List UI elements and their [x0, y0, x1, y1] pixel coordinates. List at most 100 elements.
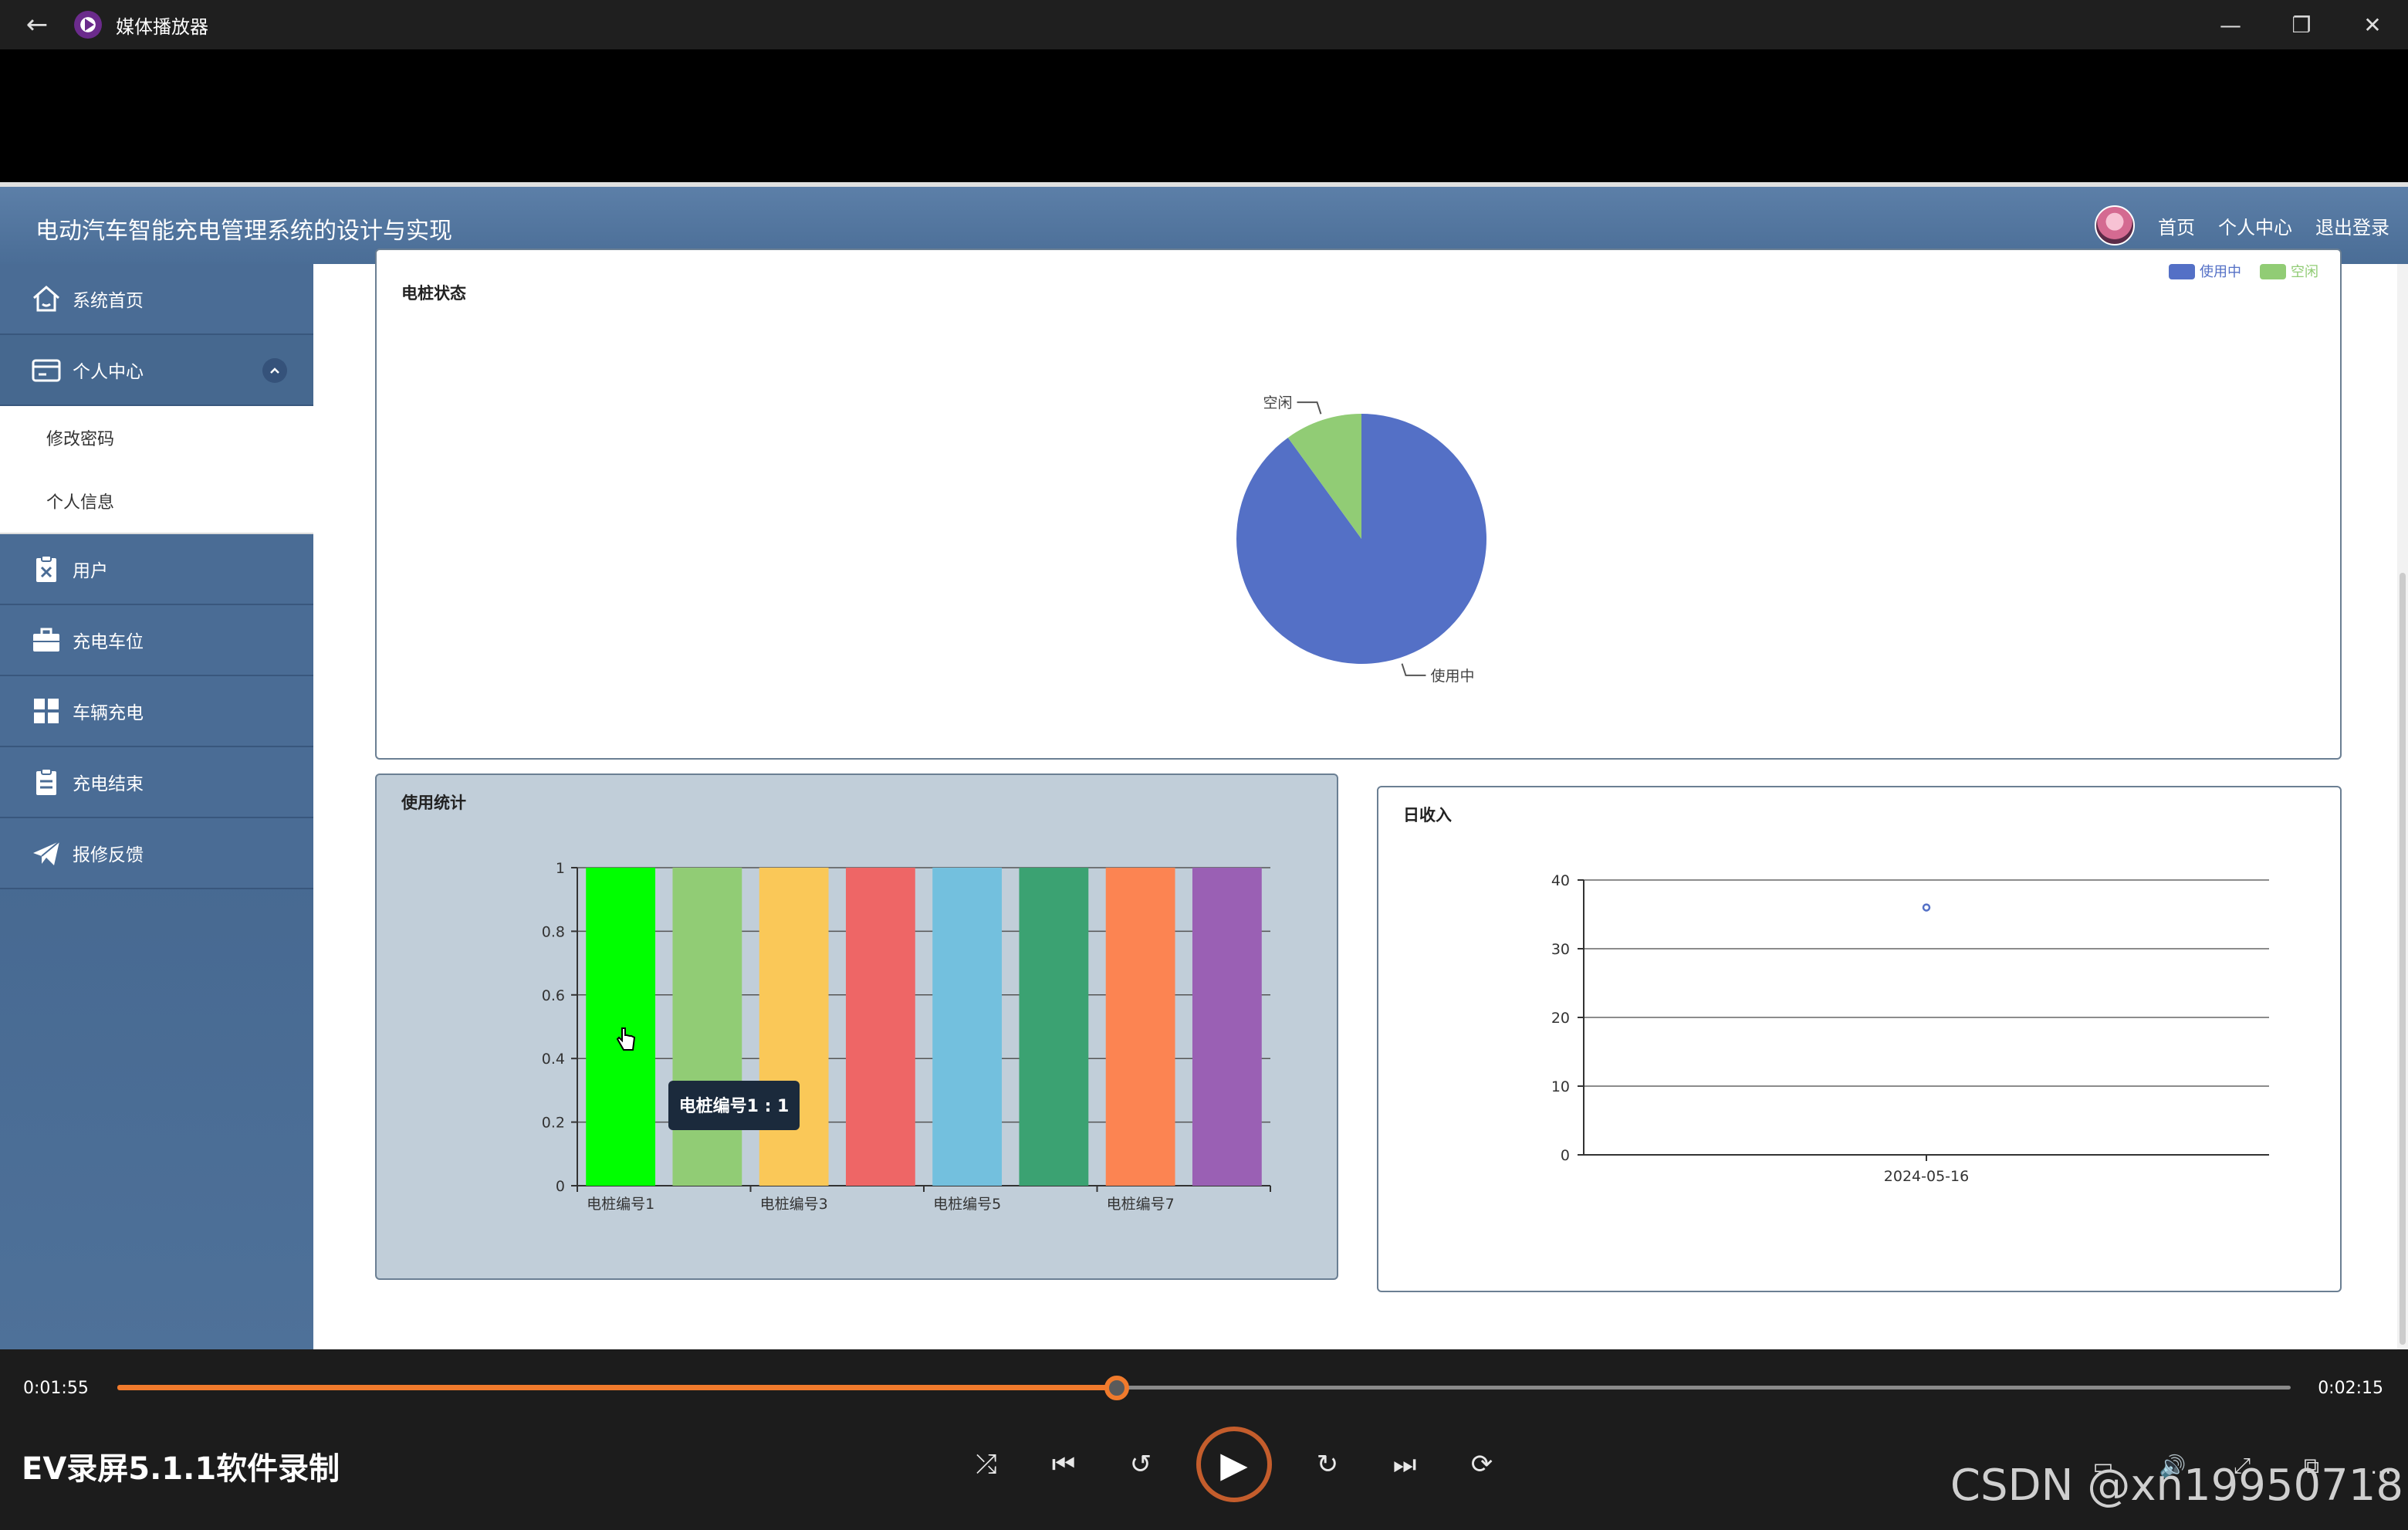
- paper-plane-icon: [29, 836, 63, 870]
- sidebar-item-label: 充电结束: [73, 774, 144, 794]
- x-tick-label: 2024-05-16: [1884, 1168, 1969, 1185]
- y-tick-label: 0: [556, 1178, 565, 1195]
- sidebar-item-charging-end[interactable]: 充电结束: [0, 747, 313, 818]
- player-controls: 0:01:55 0:02:15 EV录屏5.1.1软件录制 ⤮ ⏮ ↺ ▶ ↻ …: [0, 1349, 2408, 1530]
- pie-label-line: [1297, 401, 1322, 415]
- chart-tooltip-text: 电桩编号1 : 1: [679, 1096, 790, 1116]
- usage-stats-card: 使用统计 0 0.2 0.4 0.6 0.8 1 电桩编号1 电桩编号3 电桩编号5 电桩编号7 电…: [375, 773, 1338, 1280]
- window-titlebar: ← 媒体播放器 — ❐ ✕: [0, 0, 2408, 49]
- nav-profile-link[interactable]: 个人中心: [2218, 212, 2292, 239]
- back-button[interactable]: ←: [0, 0, 74, 49]
- site-title: 电动汽车智能充电管理系统的设计与实现: [36, 218, 452, 245]
- y-tick-label: 0.2: [542, 1115, 565, 1132]
- sidebar-subitem-personal-info[interactable]: 个人信息: [0, 469, 313, 533]
- sidebar-item-label: 个人中心: [73, 362, 144, 382]
- sidebar-item-charging-spot[interactable]: 充电车位: [0, 605, 313, 676]
- sidebar-item-vehicle-charging[interactable]: 车辆充电: [0, 676, 313, 747]
- pile-status-title: 电桩状态: [401, 284, 466, 303]
- y-tick-label: 0.6: [542, 987, 565, 1004]
- page-scrollbar-thumb[interactable]: [2400, 573, 2406, 1345]
- bar: [1105, 868, 1175, 1186]
- pile-status-card: 电桩状态 使用中 空闲 使用中 空闲: [375, 249, 2342, 760]
- legend-label: 使用中: [2200, 264, 2241, 280]
- x-tick-label: 电桩编号5: [933, 1196, 1001, 1213]
- shuffle-icon[interactable]: ⤮: [965, 1443, 1008, 1486]
- y-tick-label: 1: [556, 860, 565, 877]
- total-time: 0:02:15: [2318, 1379, 2383, 1398]
- nav-logout-link[interactable]: 退出登录: [2315, 212, 2389, 239]
- next-icon[interactable]: ⏭: [1383, 1443, 1426, 1486]
- grid-icon: [29, 694, 63, 728]
- forward-30-icon[interactable]: ↻: [1306, 1443, 1349, 1486]
- close-button[interactable]: ✕: [2337, 0, 2408, 49]
- sidebar-item-users[interactable]: 用户: [0, 534, 313, 605]
- bar: [1019, 868, 1089, 1186]
- playback-controls: ⤮ ⏮ ↺ ▶ ↻ ⏭ ⟳: [965, 1427, 1503, 1502]
- sidebar-item-label: 报修反馈: [73, 845, 144, 865]
- y-tick-label: 10: [1551, 1078, 1570, 1095]
- clipboard-list-icon: [29, 765, 63, 799]
- play-icon[interactable]: ▶: [1196, 1427, 1272, 1502]
- daily-income-line-chart: 0 10 20 30 40 2024-05-16: [1551, 872, 2269, 1185]
- legend-swatch: [2169, 264, 2195, 279]
- media-player-app-icon: [74, 11, 102, 39]
- sidebar-item-profile[interactable]: 个人中心: [0, 335, 313, 406]
- sidebar-item-label: 车辆充电: [73, 703, 144, 723]
- video-frame-webpage: 电动汽车智能充电管理系统的设计与实现 首页 个人中心 退出登录 系统首页 个人中…: [0, 182, 2408, 1349]
- briefcase-icon: [29, 623, 63, 657]
- home-icon: [29, 282, 63, 316]
- bar: [586, 868, 656, 1186]
- window-title: 媒体播放器: [116, 15, 208, 38]
- sidebar-item-label: 用户: [73, 561, 108, 581]
- previous-icon[interactable]: ⏮: [1042, 1443, 1085, 1486]
- sidebar-item-repair-feedback[interactable]: 报修反馈: [0, 818, 313, 889]
- data-point: [1922, 903, 1931, 912]
- seek-bar[interactable]: [117, 1376, 2291, 1400]
- y-tick-label: 0.4: [542, 1051, 565, 1068]
- watermark: CSDN @xn19950718: [1950, 1461, 2403, 1511]
- pile-status-pie-chart: 使用中空闲使用中 空闲: [1236, 264, 2318, 685]
- pie-slice-label: 使用中: [1430, 668, 1474, 685]
- clipboard-x-icon: [29, 552, 63, 586]
- bar: [932, 868, 1003, 1186]
- legend-swatch: [2260, 264, 2286, 279]
- y-tick-label: 0.8: [542, 923, 565, 940]
- daily-income-title: 日收入: [1403, 806, 1452, 824]
- bar: [845, 868, 915, 1186]
- sidebar: 系统首页 个人中心 修改密码 个人信息 用户 充电车位 车辆充电 充电结束 报修…: [0, 264, 313, 1349]
- page-top-border: [0, 182, 2408, 187]
- window-controls: — ❐ ✕: [2195, 0, 2408, 49]
- avatar[interactable]: [2095, 205, 2135, 245]
- nav-home-link[interactable]: 首页: [2158, 212, 2195, 239]
- y-tick-label: 30: [1551, 941, 1570, 958]
- x-tick-label: 电桩编号1: [587, 1196, 654, 1213]
- restore-button[interactable]: ❐: [2266, 0, 2337, 49]
- current-time: 0:01:55: [23, 1379, 89, 1398]
- bar: [759, 868, 829, 1186]
- dashboard-content: 电桩状态 使用中 空闲 使用中 空闲 使用统计 0 0.2 0.4 0.6 0.8 1 电桩编号1…: [313, 249, 2408, 1349]
- y-tick-label: 0: [1561, 1147, 1570, 1164]
- sidebar-item-label: 系统首页: [73, 291, 144, 311]
- x-tick-label: 电桩编号7: [1107, 1196, 1175, 1213]
- pie-label-line: [1401, 663, 1426, 676]
- repeat-icon[interactable]: ⟳: [1460, 1443, 1503, 1486]
- seek-handle[interactable]: [1104, 1376, 1130, 1400]
- x-tick-label: 电桩编号3: [760, 1196, 828, 1213]
- rewind-10-icon[interactable]: ↺: [1119, 1443, 1162, 1486]
- bar: [1192, 868, 1262, 1186]
- minimize-button[interactable]: —: [2195, 0, 2266, 49]
- wallet-icon: [29, 353, 63, 387]
- chevron-up-icon[interactable]: [262, 358, 287, 383]
- sidebar-item-label: 充电车位: [73, 632, 144, 652]
- sidebar-subitem-change-password[interactable]: 修改密码: [0, 406, 313, 469]
- y-tick-label: 20: [1551, 1010, 1570, 1027]
- usage-stats-bar-chart: 0 0.2 0.4 0.6 0.8 1 电桩编号1 电桩编号3 电桩编号5 电桩编号7 电桩编号1 …: [542, 860, 1271, 1213]
- page-scrollbar[interactable]: [2397, 264, 2408, 1349]
- y-tick-label: 40: [1551, 872, 1570, 889]
- sidebar-item-home[interactable]: 系统首页: [0, 264, 313, 335]
- seek-progress: [117, 1385, 1118, 1390]
- header-nav: 首页 个人中心 退出登录: [2095, 205, 2389, 245]
- bar: [672, 868, 742, 1186]
- legend-label: 空闲: [2291, 264, 2318, 280]
- media-title: EV录屏5.1.1软件录制: [22, 1451, 340, 1487]
